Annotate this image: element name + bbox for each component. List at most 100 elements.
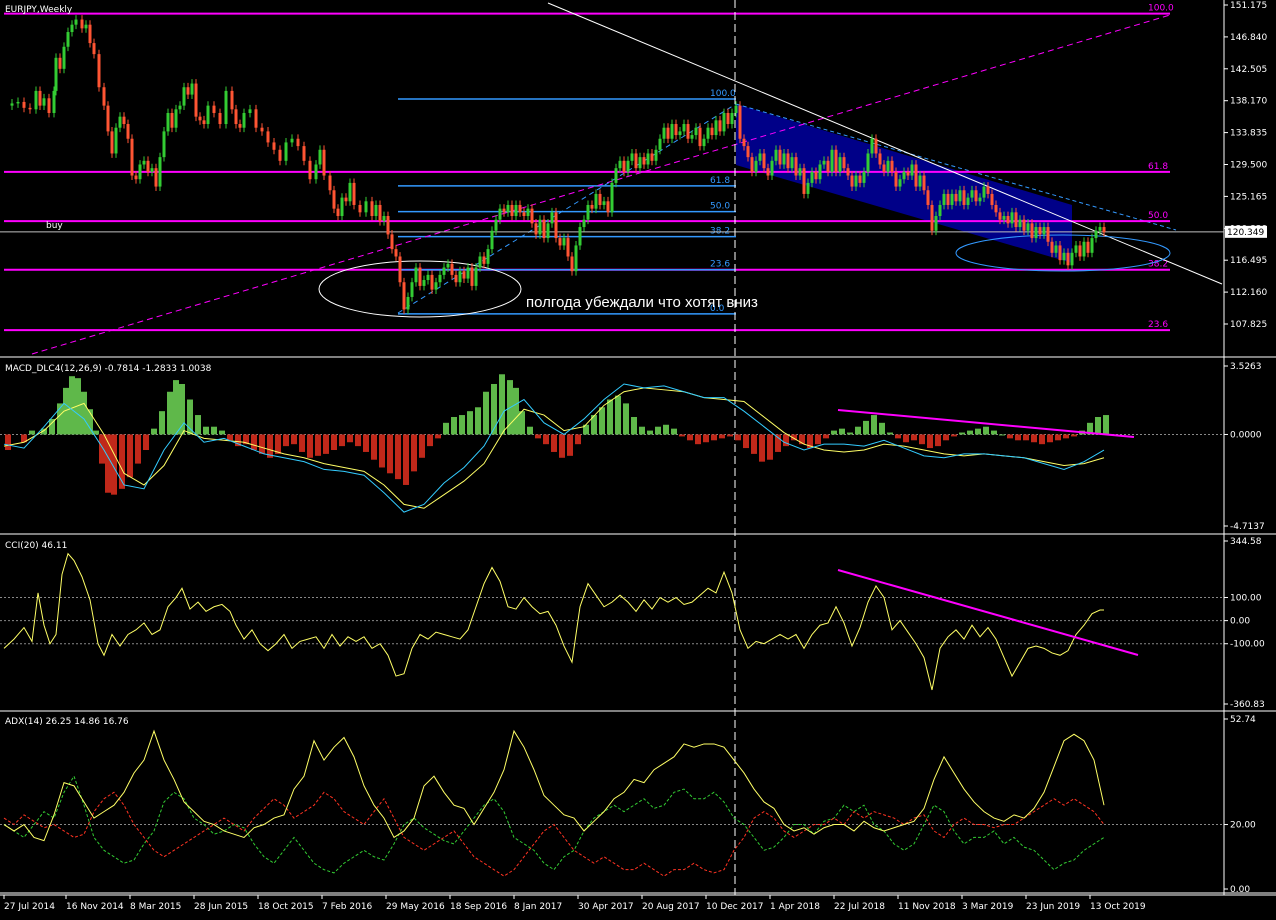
macd-histogram-bar — [815, 434, 821, 445]
candle-body — [190, 83, 194, 95]
candle-body — [466, 267, 470, 279]
chart-canvas[interactable]: 100.061.850.038.223.6100.061.850.038.223… — [0, 0, 1276, 916]
macd-histogram-bar — [355, 434, 361, 447]
macd-histogram-bar — [1063, 434, 1069, 439]
macd-histogram-bar — [159, 411, 165, 435]
time-axis-label: 7 Feb 2016 — [322, 902, 373, 912]
candle-body — [438, 274, 442, 283]
candle-body — [526, 208, 530, 217]
candle-body — [186, 87, 190, 95]
candle-body — [846, 168, 850, 176]
candle-body — [586, 204, 590, 220]
candle-body — [674, 124, 678, 136]
candle-body — [474, 267, 478, 286]
candle-body — [224, 90, 228, 125]
candle-body — [542, 219, 546, 239]
candle-body — [958, 190, 962, 202]
candle-body — [218, 112, 222, 125]
macd-histogram-bar — [395, 434, 401, 480]
macd-histogram-bar — [671, 428, 677, 435]
candle-body — [862, 171, 866, 183]
candle-body — [742, 138, 746, 147]
candle-body — [710, 127, 714, 136]
macd-histogram-bar — [903, 434, 909, 443]
macd-histogram-bar — [735, 434, 741, 441]
macd-histogram-bar — [631, 416, 637, 435]
candle-body — [97, 54, 101, 88]
candle-body — [74, 19, 78, 25]
candle-body — [1094, 230, 1098, 239]
macd-histogram-bar — [211, 426, 217, 435]
candle-body — [398, 256, 402, 283]
candle-body — [778, 149, 782, 165]
macd-histogram-bar — [459, 415, 465, 435]
candle-body — [1042, 227, 1046, 235]
candle-body — [1038, 227, 1042, 235]
macd-histogram-bar — [1047, 434, 1053, 443]
macd-histogram-bar — [847, 432, 853, 435]
adx-tick-label: 20.00 — [1230, 821, 1256, 831]
macd-histogram-bar — [81, 391, 87, 435]
candle-body — [498, 208, 502, 220]
macd-histogram-bar — [443, 422, 449, 435]
macd-histogram-bar — [647, 430, 653, 435]
candle-body — [22, 101, 26, 108]
candle-body — [178, 105, 182, 110]
candle-body — [470, 267, 474, 286]
candle-body — [422, 280, 426, 286]
candle-body — [838, 157, 842, 172]
candle-body — [622, 160, 626, 172]
cci-pane-title: CCI(20) 46.11 — [5, 541, 67, 551]
candle-body — [62, 46, 66, 69]
price-tick-label: 133.835 — [1230, 129, 1267, 139]
candle-body — [670, 124, 674, 139]
cci-tick-label: 0.00 — [1230, 617, 1250, 627]
candle-body — [974, 190, 978, 202]
macd-histogram-bar — [1095, 416, 1101, 435]
candle-body — [54, 57, 58, 91]
candle-body — [390, 234, 394, 250]
macd-histogram-bar — [379, 434, 385, 468]
time-axis-label: 10 Dec 2017 — [706, 902, 764, 912]
candle-body — [130, 138, 134, 176]
candle-body — [16, 101, 20, 104]
macd-histogram-bar — [475, 407, 481, 435]
candle-body — [410, 282, 414, 297]
macd-histogram-bar — [567, 434, 573, 456]
candle-body — [38, 90, 42, 106]
macd-histogram-bar — [983, 426, 989, 435]
price-pane-title: EURJPY,Weekly — [5, 5, 73, 15]
trading-chart-area[interactable]: 100.0 61.8 50.0 38.2 23.6 100.0 61.8 50.0 38.2 23… — [0, 0, 1276, 916]
candle-body — [790, 157, 794, 169]
price-tick-label: 146.840 — [1230, 33, 1267, 43]
candle-body — [322, 149, 326, 176]
candle-body — [730, 112, 734, 125]
candle-body — [118, 116, 122, 128]
candle-body — [230, 90, 234, 110]
macd-histogram-bar — [143, 434, 149, 451]
macd-histogram-bar — [307, 434, 313, 458]
candle-body — [52, 90, 56, 113]
macd-histogram-bar — [1031, 434, 1037, 443]
candle-body — [982, 186, 986, 198]
macd-histogram-bar — [1071, 434, 1077, 437]
macd-histogram-bar — [519, 411, 525, 435]
macd-histogram-bar — [911, 434, 917, 441]
cci-tick-label: 344.58 — [1230, 537, 1262, 547]
time-axis-label: 8 Jan 2017 — [514, 902, 562, 912]
candle-body — [150, 168, 154, 172]
candle-body — [994, 204, 998, 213]
candle-body — [774, 149, 778, 161]
cci-tick-label: -360.83 — [1230, 700, 1265, 710]
candle-body — [882, 164, 886, 172]
candle-body — [986, 186, 990, 194]
candle-body — [430, 274, 434, 290]
candle-body — [850, 175, 854, 187]
candle-body — [938, 204, 942, 217]
macd-histogram-bar — [839, 428, 845, 435]
candle-body — [114, 127, 118, 154]
candle-body — [1054, 245, 1058, 253]
candle-body — [344, 197, 348, 202]
candle-body — [1058, 245, 1062, 261]
candle-body — [874, 138, 878, 154]
